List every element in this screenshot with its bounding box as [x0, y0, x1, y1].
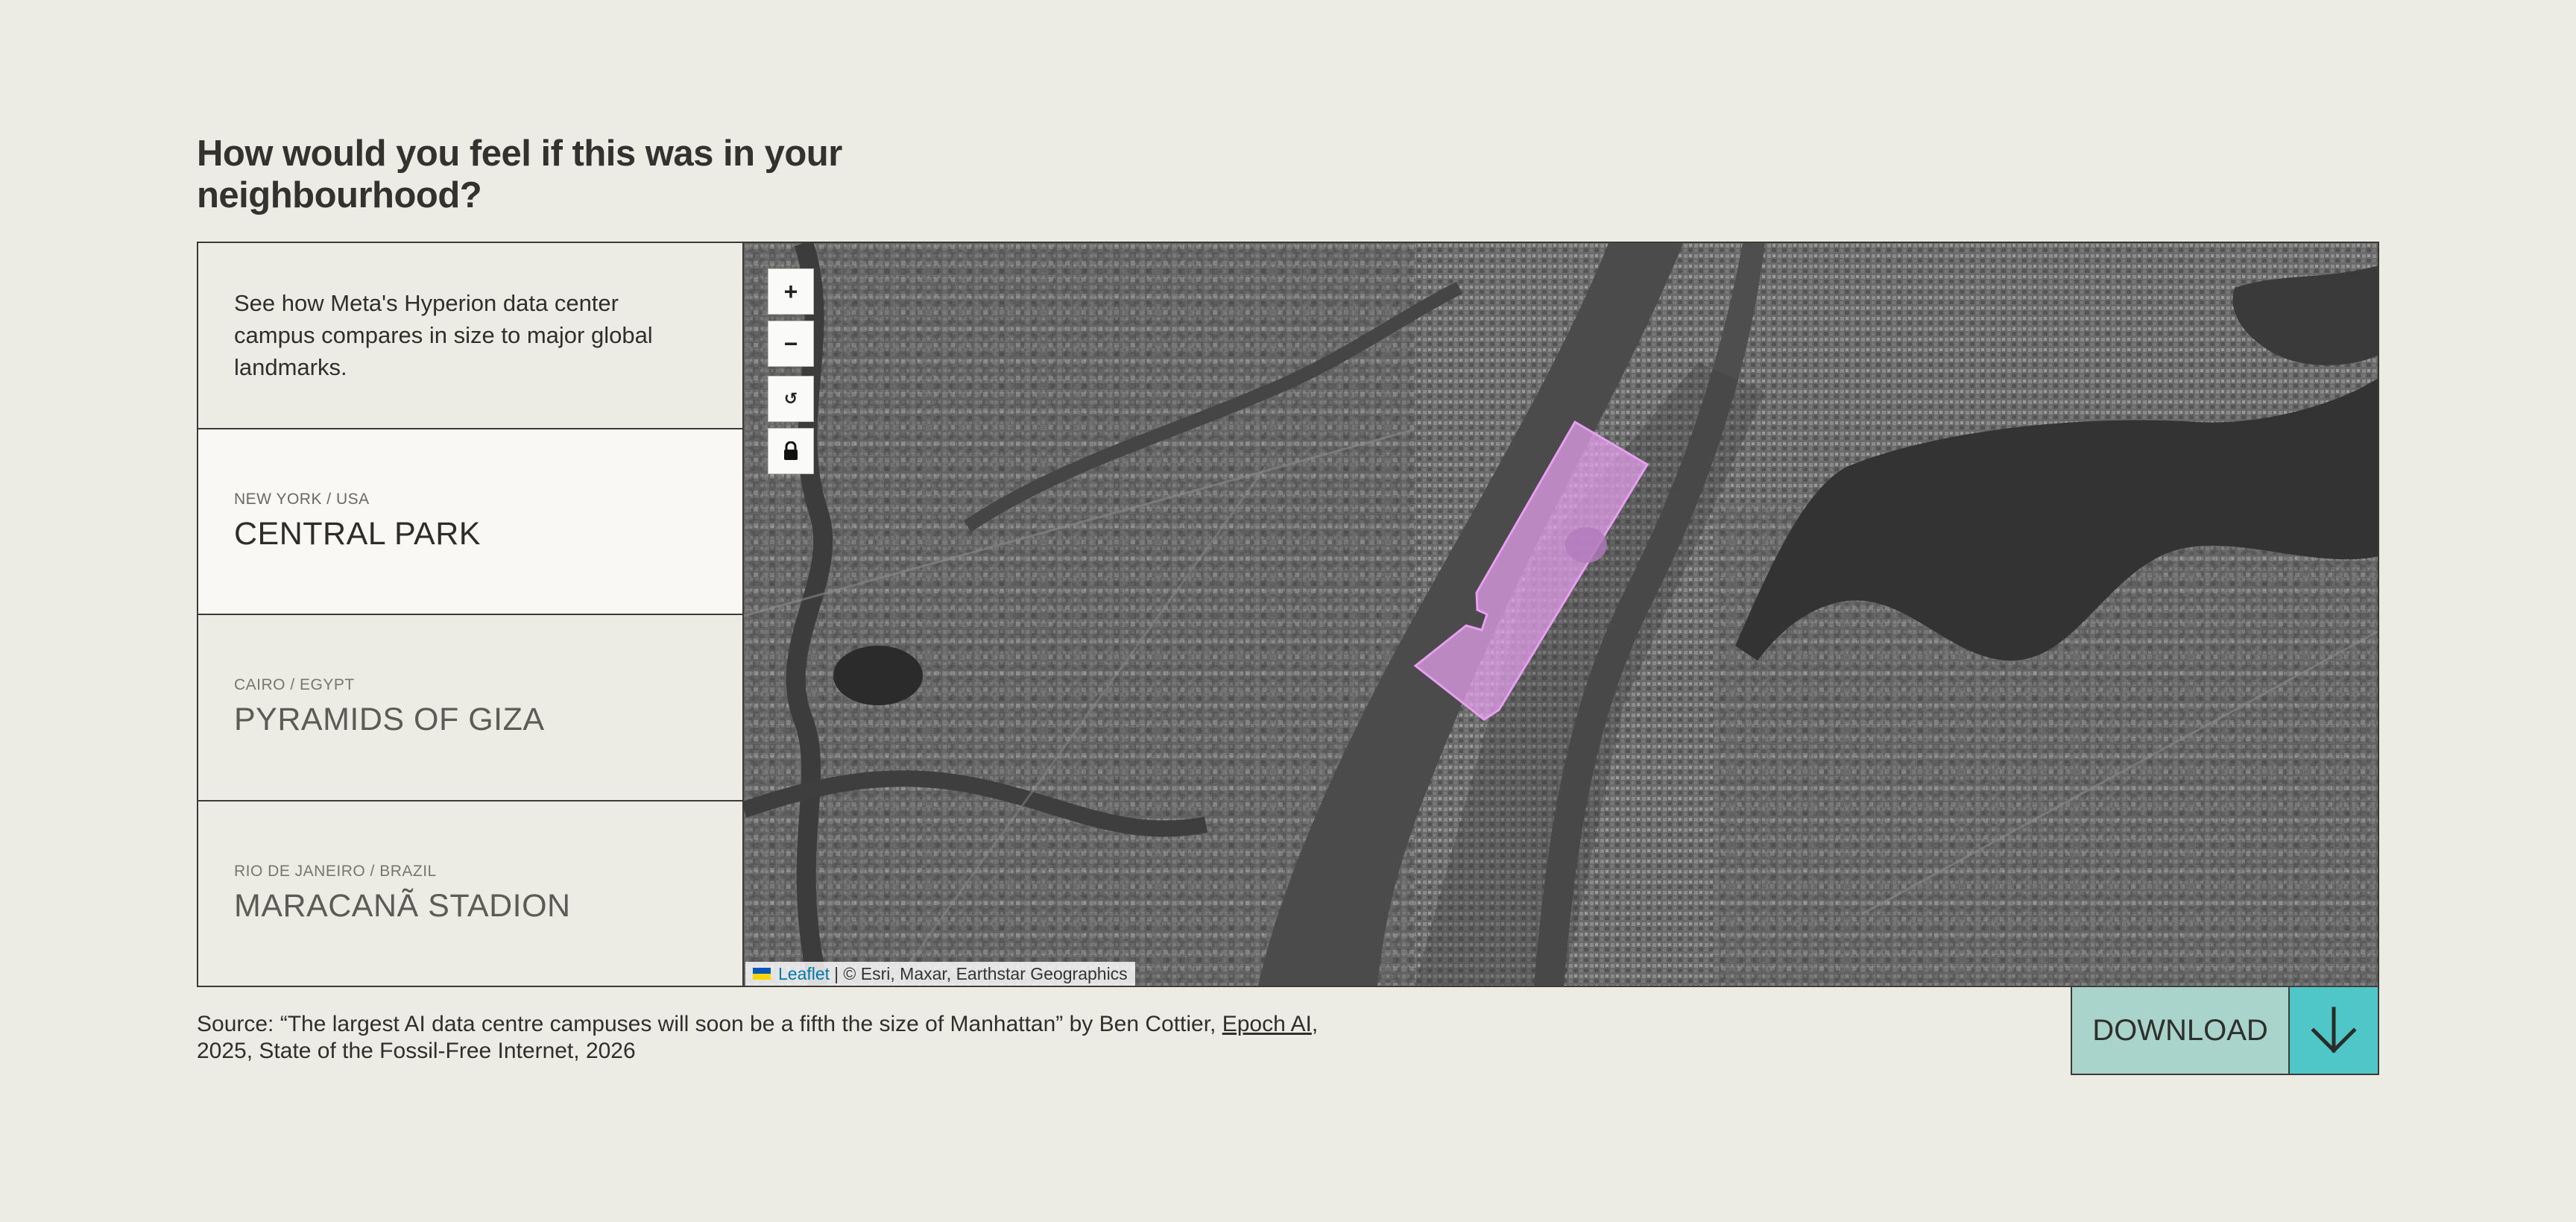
satellite-map[interactable]: + − ↺ Leaflet | © Esri, Maxar, Earthstar…: [744, 243, 2378, 986]
attribution-text: | © Esri, Maxar, Earthstar Geographics: [834, 964, 1128, 983]
source-prefix: Source: “The largest AI data centre camp…: [197, 1012, 1216, 1036]
leaflet-link[interactable]: Leaflet: [778, 962, 830, 986]
landmark-location: NEW YORK / USA: [234, 490, 370, 508]
landmark-option-central-park[interactable]: NEW YORK / USA CENTRAL PARK: [198, 429, 742, 615]
download-button[interactable]: DOWNLOAD: [2071, 986, 2379, 1075]
satellite-imagery: [744, 243, 2378, 986]
zoom-out-label: −: [783, 330, 798, 357]
landmark-name: MARACANÃ STADION: [234, 887, 571, 924]
lock-map-button[interactable]: [768, 428, 814, 474]
section-heading: How would you feel if this was in your n…: [197, 133, 842, 215]
reset-view-button[interactable]: ↺: [768, 376, 814, 422]
reset-icon: ↺: [783, 389, 798, 408]
landmark-location: CAIRO / EGYPT: [234, 676, 355, 694]
landmark-location: RIO DE JANEIRO / BRAZIL: [234, 862, 437, 880]
landmark-name: CENTRAL PARK: [234, 515, 481, 552]
ukraine-flag-icon: [753, 968, 771, 980]
landmark-option-pyramids-of-giza[interactable]: CAIRO / EGYPT PYRAMIDS OF GIZA: [198, 615, 742, 801]
intro-text: See how Meta's Hyperion data center camp…: [234, 290, 653, 381]
map-attribution: Leaflet | © Esri, Maxar, Earthstar Geogr…: [745, 962, 1135, 986]
zoom-out-button[interactable]: −: [768, 321, 814, 367]
landmark-panel: See how Meta's Hyperion data center camp…: [198, 243, 744, 986]
epoch-ai-link[interactable]: Epoch AI: [1222, 1012, 1312, 1036]
intro-box: See how Meta's Hyperion data center camp…: [198, 243, 742, 429]
download-label: DOWNLOAD: [2072, 987, 2290, 1074]
zoom-in-label: +: [783, 277, 798, 305]
comparison-widget: See how Meta's Hyperion data center camp…: [197, 242, 2379, 987]
landmark-option-maracana-stadion[interactable]: RIO DE JANEIRO / BRAZIL MARACANÃ STADION: [198, 801, 742, 986]
landmark-name: PYRAMIDS OF GIZA: [234, 702, 545, 738]
source-credit: Source: “The largest AI data centre camp…: [197, 1011, 1374, 1065]
zoom-in-button[interactable]: +: [768, 268, 814, 315]
arrow-down-icon: [2290, 987, 2378, 1074]
lock-icon: [784, 441, 798, 460]
